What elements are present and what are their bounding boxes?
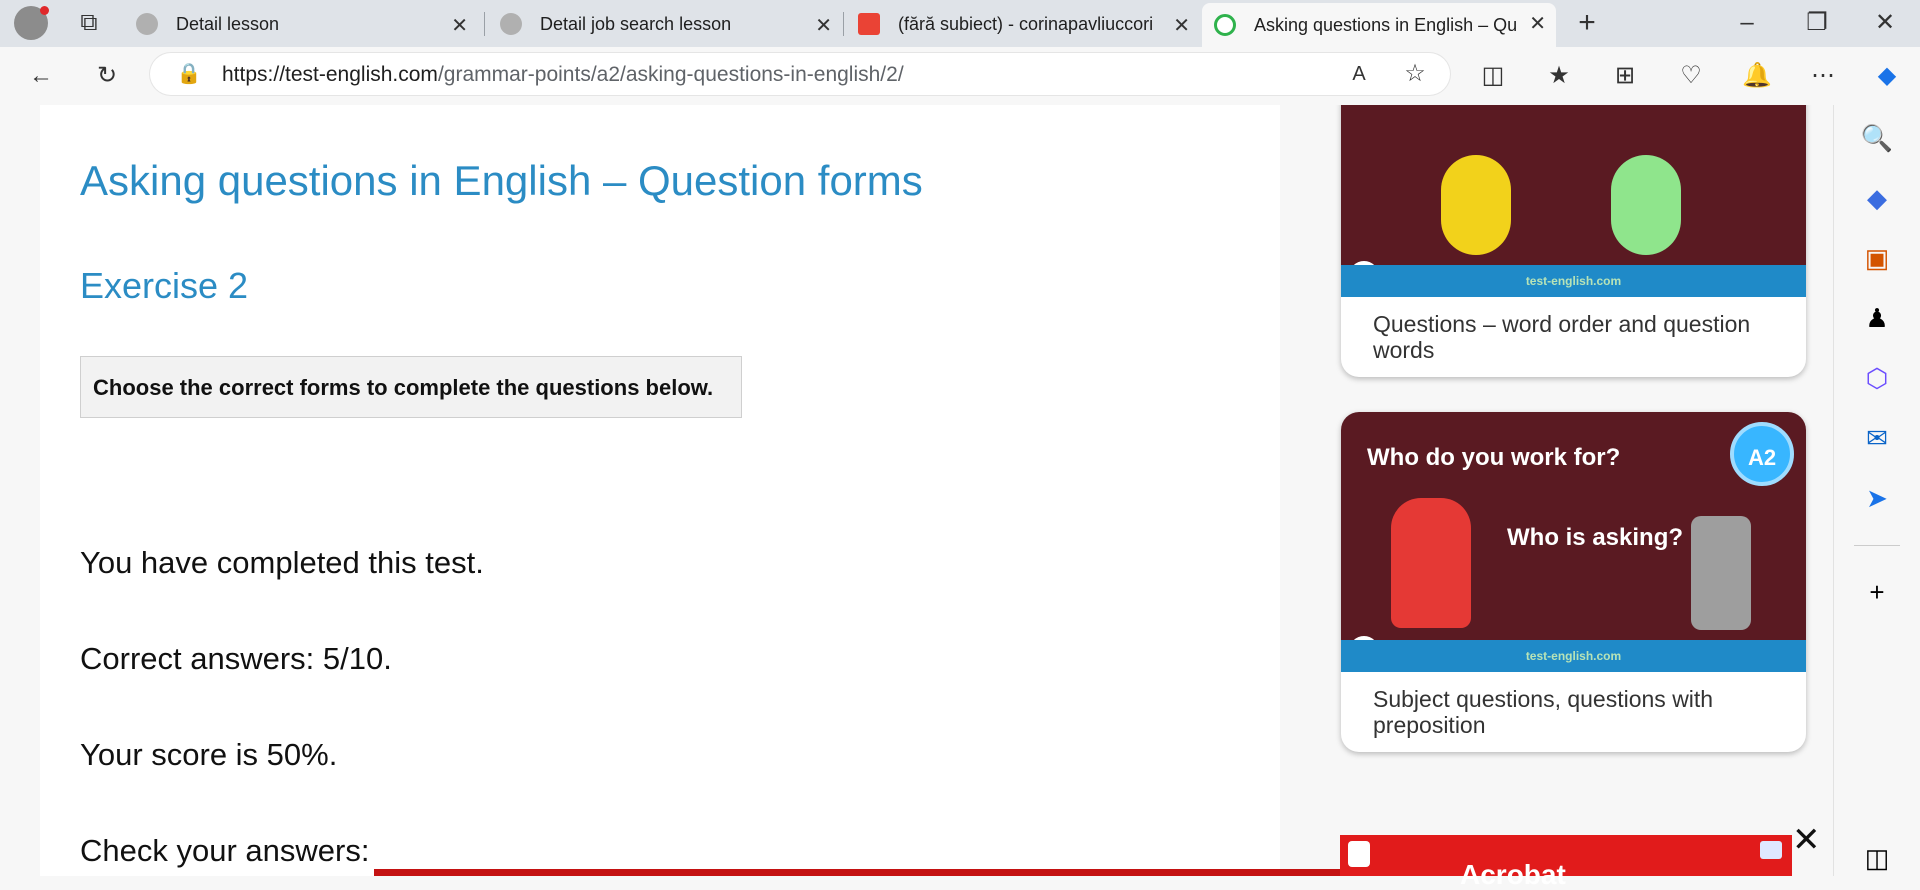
edge-sidebar: 🔍 ◆ ▣ ♟ ⬡ ✉ ➤ + ◫ xyxy=(1833,105,1920,876)
collections-icon[interactable]: ⊞ xyxy=(1608,59,1642,93)
browser-toolbar: ← ↻ 🔒 https://test-english.com/grammar-p… xyxy=(0,47,1920,105)
add-icon[interactable]: + xyxy=(1860,575,1894,609)
gear-icon xyxy=(136,13,158,35)
close-icon[interactable]: ✕ xyxy=(451,13,468,38)
page-title: Asking questions in English – Question f… xyxy=(80,157,923,204)
yellow-monster-image xyxy=(1441,155,1511,255)
ad-shield-icon xyxy=(1348,841,1370,867)
watermark-bar: test-english.com xyxy=(1341,265,1806,297)
exercise-heading: Exercise 2 xyxy=(80,265,249,306)
thumb-subheading: Who is asking? xyxy=(1507,524,1684,551)
lesson-thumbnail: test-english.com xyxy=(1341,105,1806,297)
related-card[interactable]: test-english.com Questions – word order … xyxy=(1341,105,1806,377)
notifications-bell-icon[interactable]: 🔔 xyxy=(1740,59,1774,93)
tab-detail-lesson[interactable]: Detail lesson ✕ xyxy=(124,5,478,43)
check-answers-text: Check your answers: xyxy=(80,833,370,868)
hide-sidebar-icon[interactable]: ◫ xyxy=(1860,841,1894,875)
tab-separator xyxy=(843,12,844,36)
level-badge: A2 xyxy=(1730,422,1794,486)
tab-detail-job-search-lesson[interactable]: Detail job search lesson ✕ xyxy=(488,5,842,43)
boy-character-image xyxy=(1391,498,1471,628)
notification-dot xyxy=(40,6,49,15)
thumb-heading: Who do you work for? xyxy=(1367,444,1621,471)
robot-character-image xyxy=(1691,516,1751,630)
shopping-tag-icon[interactable]: ◆ xyxy=(1860,181,1894,215)
gmail-icon xyxy=(858,13,880,35)
related-card[interactable]: Who do you work for? A2 Who is asking? t… xyxy=(1341,412,1806,752)
instruction-box: Choose the correct forms to complete the… xyxy=(80,356,742,418)
more-menu-icon[interactable]: ⋯ xyxy=(1806,59,1840,93)
advertisement-banner[interactable]: Acrobat xyxy=(1340,835,1792,889)
window-close-icon[interactable]: ✕ xyxy=(1868,6,1902,40)
copilot-icon[interactable]: ◆ xyxy=(1870,59,1904,93)
green-alien-image xyxy=(1611,155,1681,255)
split-screen-icon[interactable]: ◫ xyxy=(1476,59,1510,93)
tab-actions-icon[interactable]: ⧉ xyxy=(72,6,106,40)
lock-icon[interactable]: 🔒 xyxy=(172,57,206,91)
watermark-bar: test-english.com xyxy=(1341,640,1806,672)
address-bar[interactable]: 🔒 https://test-english.com/grammar-point… xyxy=(150,53,1450,95)
web-page: Asking questions in English – Question f… xyxy=(8,105,1833,876)
tab-separator xyxy=(484,12,485,36)
ad-bottom-bar xyxy=(374,869,1340,876)
minimize-icon[interactable]: – xyxy=(1730,6,1764,40)
tools-briefcase-icon[interactable]: ▣ xyxy=(1860,241,1894,275)
sidebar-divider xyxy=(1854,545,1900,546)
search-icon[interactable]: 🔍 xyxy=(1860,121,1894,155)
close-icon[interactable]: ✕ xyxy=(815,13,832,38)
favorites-icon[interactable]: ★ xyxy=(1542,59,1576,93)
score-text: Your score is 50%. xyxy=(80,737,338,772)
related-sidebar: test-english.com Questions – word order … xyxy=(1293,105,1833,876)
close-icon[interactable]: ✕ xyxy=(1529,11,1546,36)
browser-essentials-icon[interactable]: ♡ xyxy=(1674,59,1708,93)
completed-text: You have completed this test. xyxy=(80,545,484,580)
correct-answers-text: Correct answers: 5/10. xyxy=(80,641,392,676)
card-title[interactable]: Subject questions, questions with prepos… xyxy=(1341,672,1806,752)
ad-text: Acrobat xyxy=(1460,859,1566,890)
main-content: Asking questions in English – Question f… xyxy=(40,105,1280,876)
ad-close-icon[interactable]: ✕ xyxy=(1792,820,1821,860)
ad-info-icon[interactable] xyxy=(1760,841,1782,859)
back-icon[interactable]: ← xyxy=(24,59,58,93)
new-tab-icon[interactable]: + xyxy=(1570,6,1604,40)
send-icon[interactable]: ➤ xyxy=(1860,481,1894,515)
check-icon xyxy=(1214,14,1236,36)
outlook-icon[interactable]: ✉ xyxy=(1860,421,1894,455)
tab-gmail[interactable]: (fără subiect) - corinapavliuccori ✕ xyxy=(846,5,1200,43)
read-aloud-icon[interactable]: A xyxy=(1342,57,1376,91)
gear-icon xyxy=(500,13,522,35)
card-title[interactable]: Questions – word order and question word… xyxy=(1341,297,1806,377)
lesson-thumbnail: Who do you work for? A2 Who is asking? t… xyxy=(1341,412,1806,672)
tab-asking-questions[interactable]: Asking questions in English – Qu ✕ xyxy=(1202,3,1556,47)
restore-icon[interactable]: ❐ xyxy=(1800,6,1834,40)
close-icon[interactable]: ✕ xyxy=(1173,13,1190,38)
tab-strip: ⧉ Detail lesson ✕ Detail job search less… xyxy=(0,0,1920,47)
games-icon[interactable]: ♟ xyxy=(1860,301,1894,335)
favorite-star-icon[interactable]: ☆ xyxy=(1398,57,1432,91)
url-text: https://test-english.com/grammar-points/… xyxy=(222,63,904,86)
refresh-icon[interactable]: ↻ xyxy=(90,59,124,93)
microsoft365-icon[interactable]: ⬡ xyxy=(1860,361,1894,395)
